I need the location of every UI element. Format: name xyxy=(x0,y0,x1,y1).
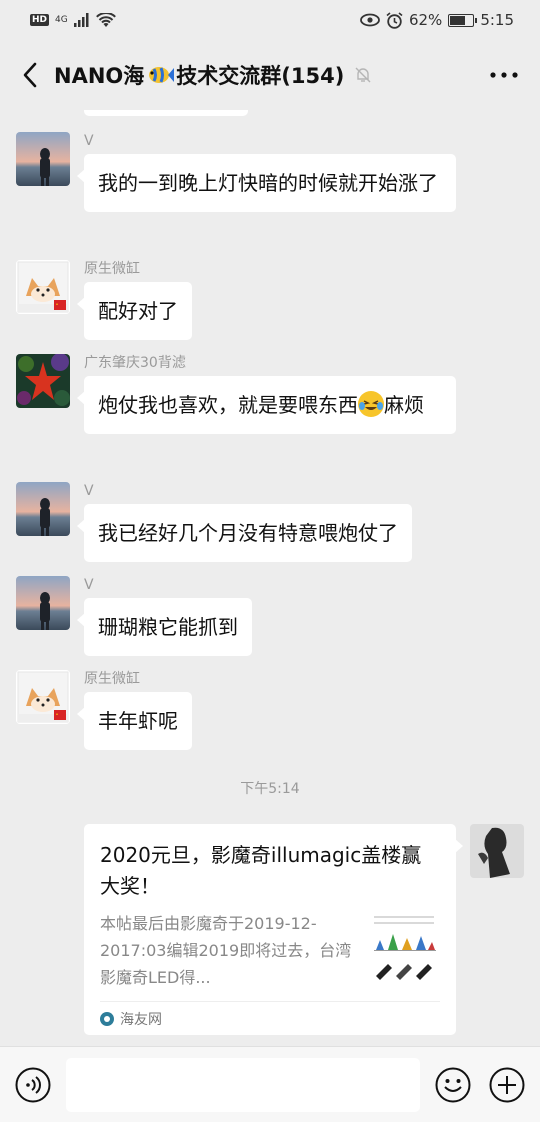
status-bar: HD 4G 62% 5:15 xyxy=(0,0,540,40)
shared-link-card[interactable]: 2020元旦，影魔奇illumagic盖楼赢大奖！ 本帖最后由影魔奇于2019-… xyxy=(84,824,463,1035)
message-bubble[interactable]: 丰年虾呢 xyxy=(77,692,192,750)
avatar[interactable] xyxy=(16,482,70,536)
signal-icon xyxy=(73,13,89,27)
plus-icon xyxy=(489,1067,525,1102)
silhouette-avatar-image xyxy=(470,824,524,878)
emoji-button[interactable] xyxy=(434,1066,472,1104)
more-functions-button[interactable] xyxy=(488,1066,526,1104)
sunset-avatar-image xyxy=(16,482,70,536)
message-bubble[interactable]: 我的一到晚上灯快暗的时候就开始涨了 xyxy=(77,154,456,212)
message-item: V 我的一到晚上灯快暗的时候就开始涨了 xyxy=(16,132,456,212)
sender-name: 原生微缸 xyxy=(84,261,140,277)
dog-avatar-image xyxy=(16,670,70,724)
smiley-icon xyxy=(435,1067,471,1102)
clock: 5:15 xyxy=(480,11,514,29)
shared-link-message: 2020元旦，影魔奇illumagic盖楼赢大奖！ 本帖最后由影魔奇于2019-… xyxy=(84,824,524,1035)
ellipsis-icon xyxy=(490,72,518,78)
sender-name: V xyxy=(84,483,94,499)
hd-badge: HD xyxy=(30,14,50,26)
card-description: 本帖最后由影魔奇于2019-12-2017:03编辑2019即将过去，台湾影魔奇… xyxy=(100,914,352,987)
my-avatar[interactable] xyxy=(470,824,524,878)
wifi-icon xyxy=(95,12,116,27)
eye-icon xyxy=(360,13,380,27)
avatar[interactable] xyxy=(16,260,70,314)
message-text: 麻烦 xyxy=(384,393,424,417)
avatar[interactable] xyxy=(16,354,70,408)
chat-header: NANO海 技术交流群(154) xyxy=(0,40,540,110)
fish-emoji-icon xyxy=(149,67,175,83)
message-text: 炮仗我也喜欢，就是要喂东西 xyxy=(98,393,358,417)
chat-title-prefix: NANO海 xyxy=(54,64,145,88)
voice-button[interactable] xyxy=(14,1066,52,1104)
message-bubble[interactable]: 配好对了 xyxy=(77,282,192,340)
input-bar xyxy=(0,1046,540,1122)
sunset-avatar-image xyxy=(16,576,70,630)
message-bubble[interactable]: 炮仗我也喜欢，就是要喂东西 麻烦 xyxy=(77,376,456,434)
card-title: 2020元旦，影魔奇illumagic盖楼赢大奖！ xyxy=(100,843,422,898)
message-bubble[interactable]: 我已经好几个月没有特意喂炮仗了 xyxy=(77,504,412,562)
time-divider: 下午5:14 xyxy=(240,781,300,797)
message-bubble[interactable]: 珊瑚粮它能抓到 xyxy=(77,598,252,656)
battery-percent: 62% xyxy=(408,11,443,29)
message-list[interactable]: V 我的一到晚上灯快暗的时候就开始涨了 原生微缸 配好对了 广东肇庆30背滤 炮… xyxy=(0,110,540,1046)
card-source: 海友网 xyxy=(100,1001,440,1035)
back-button[interactable] xyxy=(16,55,44,95)
sender-name: V xyxy=(84,577,94,593)
avatar[interactable] xyxy=(16,576,70,630)
coral-avatar-image xyxy=(16,354,70,408)
network-type: 4G xyxy=(55,15,68,25)
laughing-tears-emoji-icon xyxy=(358,391,384,417)
message-item: 原生微缸 丰年虾呢 xyxy=(16,670,192,750)
message-input[interactable] xyxy=(66,1057,420,1112)
sender-name: V xyxy=(84,133,94,149)
message-item: V 我已经好几个月没有特意喂炮仗了 xyxy=(16,482,412,562)
avatar[interactable] xyxy=(16,132,70,186)
message-item: 广东肇庆30背滤 炮仗我也喜欢，就是要喂东西 麻烦 xyxy=(16,354,456,434)
battery-icon xyxy=(448,13,478,27)
avatar[interactable] xyxy=(16,670,70,724)
bell-off-icon xyxy=(355,67,371,83)
message-item: 原生微缸 配好对了 xyxy=(16,260,192,340)
chat-title: NANO海 技术交流群(154) xyxy=(54,60,372,90)
chat-title-suffix: 技术交流群(154) xyxy=(176,64,345,88)
sunset-avatar-image xyxy=(16,132,70,186)
site-logo-icon xyxy=(100,1011,114,1026)
message-item: V 珊瑚粮它能抓到 xyxy=(16,576,252,656)
chevron-left-icon xyxy=(23,62,37,88)
sender-name: 广东肇庆30背滤 xyxy=(84,355,186,371)
voice-icon xyxy=(15,1067,51,1102)
sender-name: 原生微缸 xyxy=(84,671,140,687)
card-thumbnail-image xyxy=(368,910,440,986)
dog-avatar-image xyxy=(16,260,70,314)
alarm-icon xyxy=(386,11,403,29)
previous-message-bubble xyxy=(84,110,248,116)
card-source-name: 海友网 xyxy=(120,1011,162,1028)
more-options-button[interactable] xyxy=(484,55,524,95)
